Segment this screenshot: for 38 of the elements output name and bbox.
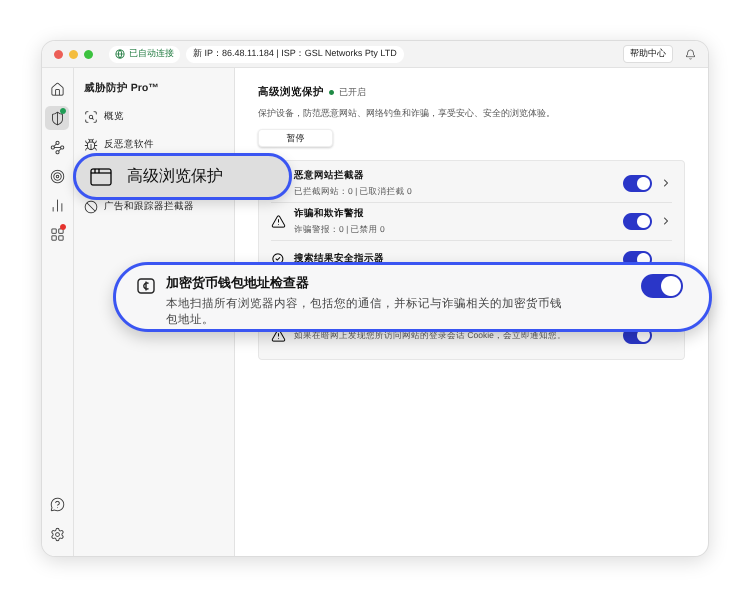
connection-status: 已自动连接 [129,47,174,60]
feature-title: 恶意网站拦截器 [294,168,365,182]
sidebar-item[interactable]: 概览 [84,108,224,125]
feature-subtitle: 已拦截网站：0 | 已取消拦截 0 [294,184,413,198]
warning-icon [271,214,286,228]
highlighted-nav-tooltip[interactable]: 高级浏览保护 [73,153,292,200]
page-title: 高级浏览保护 [258,85,324,100]
feature-subtitle: 本地扫描所有浏览器内容，包括您的通信，并标记与诈骗相关的加密货币钱包地址。 [166,296,563,328]
toggle-switch[interactable] [623,174,652,192]
block-icon [84,200,98,214]
settings-icon[interactable] [50,527,65,542]
sidebar-item[interactable]: 反恶意软件 [84,136,224,153]
sidebar-item[interactable]: 广告和跟踪器拦截器 [84,198,224,215]
nodes-icon [50,140,65,154]
toggle-switch[interactable] [641,274,683,298]
bug-icon [84,138,98,152]
toggle-switch[interactable] [623,212,652,230]
nav-button[interactable] [45,106,70,130]
help-center-button[interactable]: 帮助中心 [623,45,673,63]
ip-info: 新 IP：86.48.11.184 | ISP：GSL Networks Pty LTD [186,46,404,62]
grid-icon [50,226,65,242]
status-label: 已开启 [339,86,366,100]
feature-subtitle: 诈骗警报：0 | 已禁用 0 [294,222,386,236]
sidebar-title: 威胁防护 Pro™ [84,81,160,96]
feature-row[interactable]: 诈骗和欺诈警报 诈骗警报：0 | 已禁用 0 [271,202,672,240]
coin-card-icon [136,276,156,296]
feature-title: 诈骗和欺诈警报 [294,206,365,220]
feature-title: 搜索结果安全指示器 [294,252,385,266]
page-description: 保护设备，防范恶意网站、网络钓鱼和诈骗，享受安心、安全的浏览体验。 [258,106,556,120]
shield-icon [50,110,65,126]
globe-icon [115,49,125,59]
home-icon [50,82,65,96]
target-icon [50,168,65,184]
shield-search-icon [84,110,98,124]
bar-chart-icon [50,198,65,212]
notification-bell-icon[interactable] [685,48,696,60]
pause-button[interactable]: 暂停 [258,129,333,148]
help-icon[interactable] [50,497,65,512]
